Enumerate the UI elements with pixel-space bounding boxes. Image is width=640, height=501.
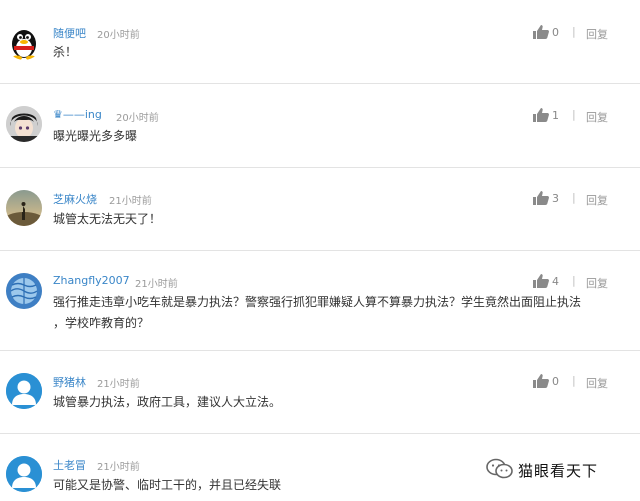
avatar[interactable] <box>6 106 42 142</box>
timestamp: 20小时前 <box>97 30 140 41</box>
avatar[interactable] <box>6 373 42 409</box>
default-user-icon <box>6 456 42 492</box>
timestamp: 21小时前 <box>109 196 152 207</box>
default-user-icon <box>6 373 42 409</box>
comment-text: 城管暴力执法，政府工具，建议人大立法。 <box>53 395 282 409</box>
reply-button[interactable]: 回复 <box>586 109 608 125</box>
reply-button[interactable]: 回复 <box>586 192 608 208</box>
thumbs-up-icon[interactable] <box>533 191 549 205</box>
username[interactable]: 随便吧 <box>53 25 86 41</box>
username[interactable]: ♛——ing <box>53 108 102 121</box>
username[interactable]: 野猪林 <box>53 374 86 390</box>
timestamp: 21小时前 <box>97 462 140 473</box>
timestamp: 21小时前 <box>97 379 140 390</box>
avatar[interactable] <box>6 273 42 309</box>
reply-button[interactable]: 回复 <box>586 26 608 42</box>
separator <box>0 167 640 168</box>
divider: | <box>572 274 576 287</box>
username[interactable]: 芝麻火烧 <box>53 191 97 207</box>
reply-button[interactable]: 回复 <box>586 375 608 391</box>
avatar[interactable] <box>6 24 42 60</box>
comment-text: 强行推走违章小吃车就是暴力执法？警察强行抓犯罪嫌疑人算不算暴力执法？学生竟然出面… <box>53 292 613 334</box>
watermark: 猫眼看天下 <box>484 456 634 484</box>
wechat-icon <box>486 458 513 479</box>
avatar[interactable] <box>6 190 42 226</box>
username[interactable]: Zhangfly2007 <box>53 274 130 287</box>
like-count: 0 <box>552 26 559 39</box>
separator <box>0 250 640 251</box>
comment-text: 城管太无法无天了！ <box>53 212 162 226</box>
separator <box>0 350 640 351</box>
watermark-text: 猫眼看天下 <box>518 462 599 480</box>
reply-button[interactable]: 回复 <box>586 275 608 291</box>
timestamp: 21小时前 <box>135 279 178 290</box>
thumbs-up-icon[interactable] <box>533 274 549 288</box>
like-count: 3 <box>552 192 559 205</box>
thumbs-up-icon[interactable] <box>533 25 549 39</box>
timestamp: 20小时前 <box>116 113 159 124</box>
thumbs-up-icon[interactable] <box>533 374 549 388</box>
comment-text: 曝光曝光多多曝 <box>53 129 138 143</box>
like-count: 0 <box>552 375 559 388</box>
divider: | <box>572 374 576 387</box>
comment-text-line: 强行推走违章小吃车就是暴力执法？警察强行抓犯罪嫌疑人算不算暴力执法？学生竟然出面… <box>53 295 582 309</box>
thumbs-up-icon[interactable] <box>533 108 549 122</box>
comment-text: 杀！ <box>53 45 78 59</box>
divider: | <box>572 108 576 121</box>
like-count: 1 <box>552 109 559 122</box>
username[interactable]: 土老冒 <box>53 457 86 473</box>
like-count: 4 <box>552 275 559 288</box>
comment-text-line: ，学校咋教育的？ <box>53 316 150 330</box>
avatar[interactable] <box>6 456 42 492</box>
separator <box>0 433 640 434</box>
separator <box>0 83 640 84</box>
divider: | <box>572 25 576 38</box>
divider: | <box>572 191 576 204</box>
